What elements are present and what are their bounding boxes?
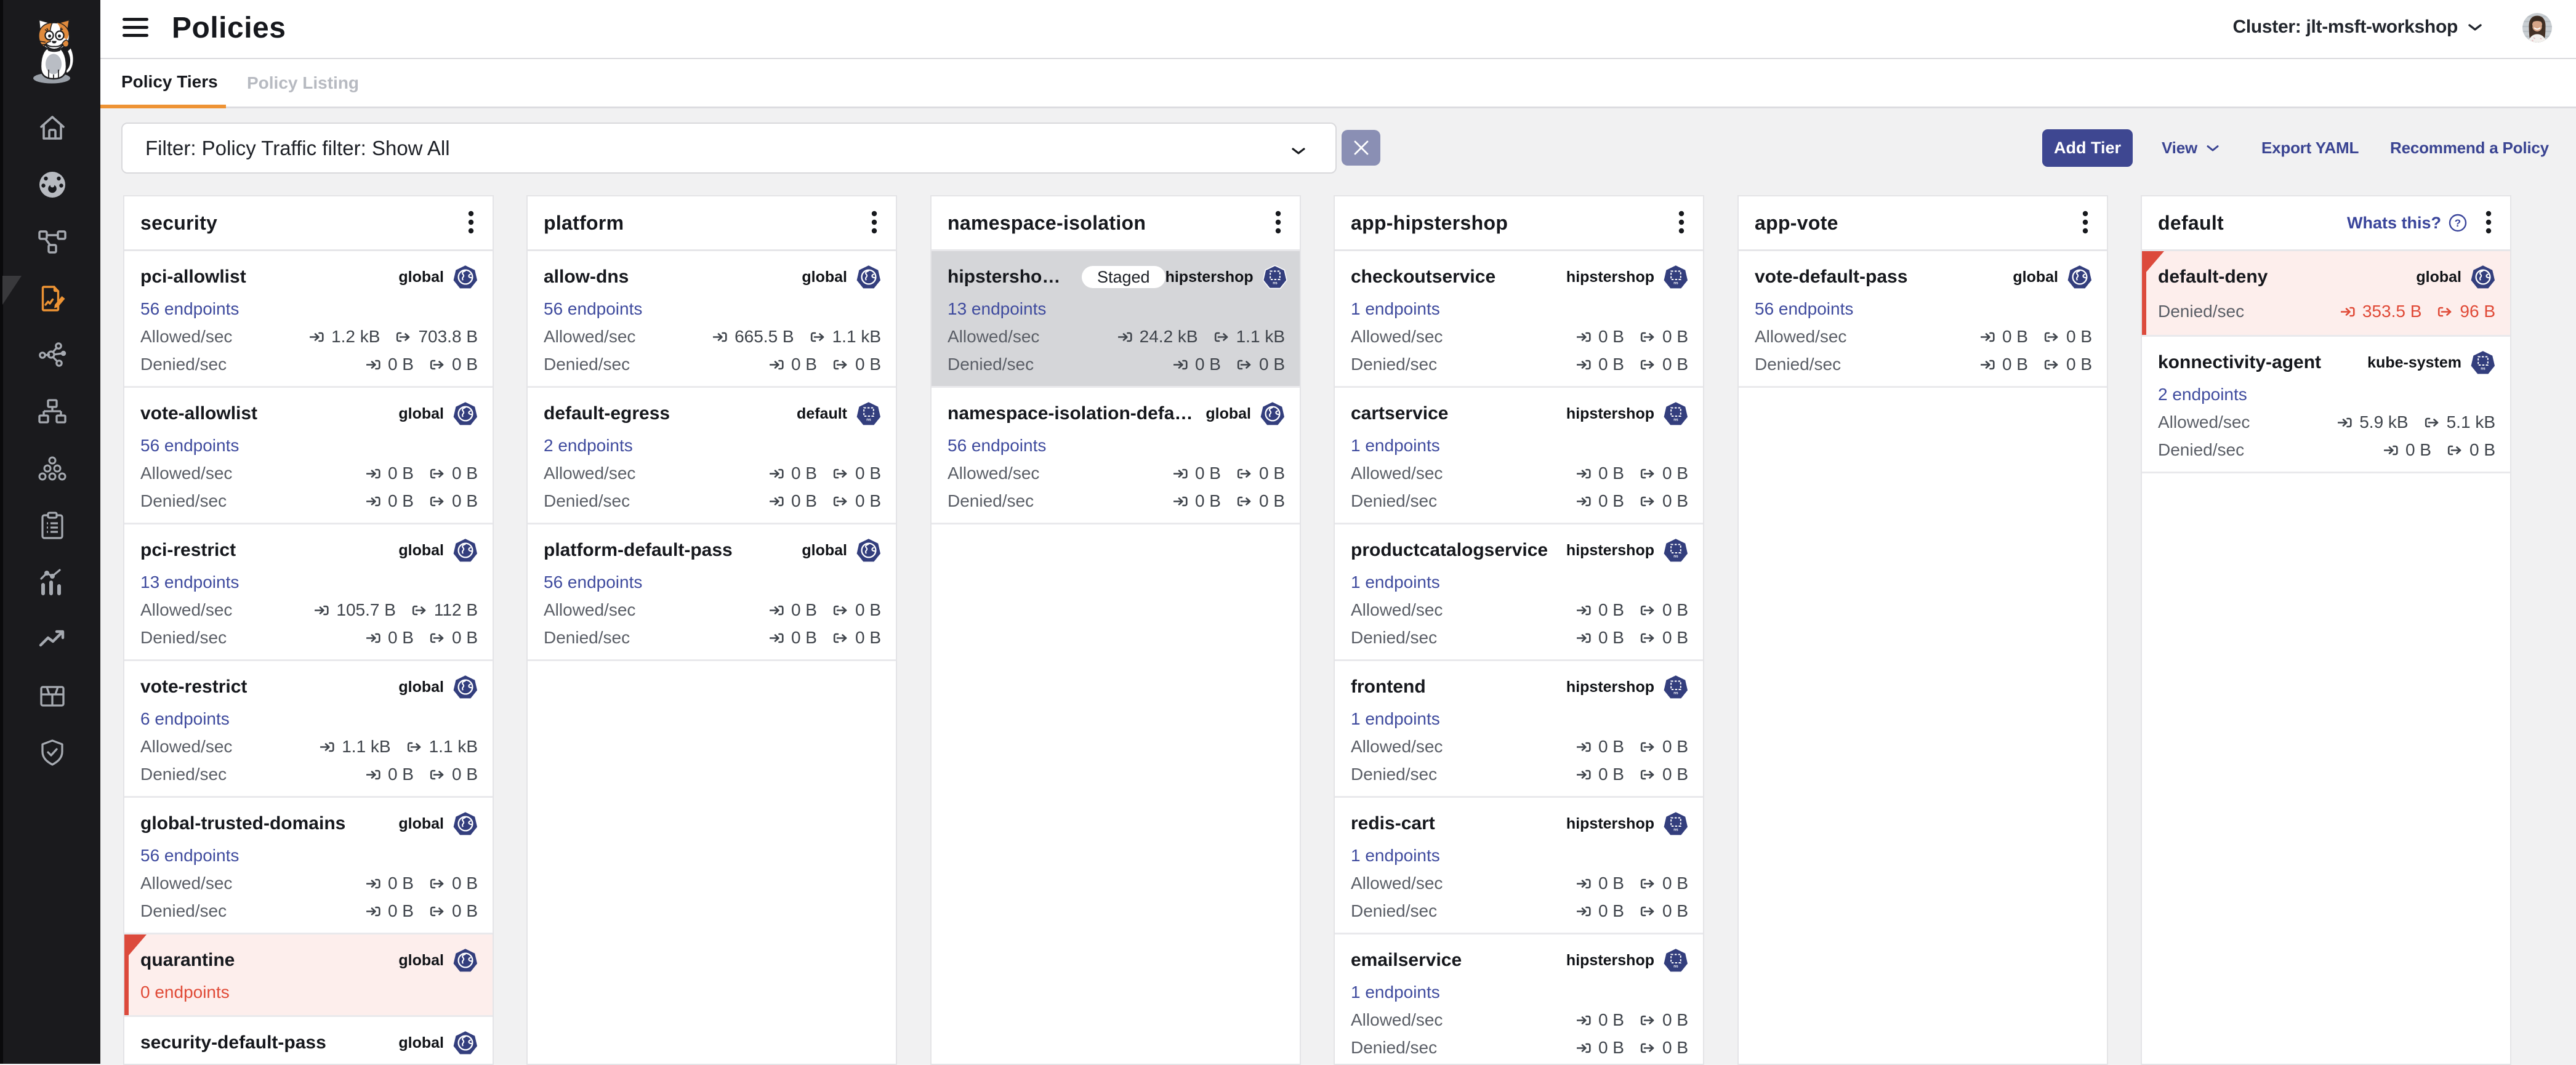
svg-text:ns: ns bbox=[1673, 281, 1678, 286]
svg-text:ns: ns bbox=[2481, 367, 2485, 371]
svg-text:ns: ns bbox=[866, 418, 871, 422]
svg-text:?: ? bbox=[2455, 217, 2461, 229]
svg-text:ns: ns bbox=[1273, 281, 1278, 286]
svg-text:ns: ns bbox=[1673, 691, 1678, 696]
svg-text:ns: ns bbox=[1673, 418, 1678, 422]
svg-text:ns: ns bbox=[1673, 555, 1678, 559]
svg-text:ns: ns bbox=[1673, 828, 1678, 832]
svg-text:ns: ns bbox=[1673, 965, 1678, 969]
